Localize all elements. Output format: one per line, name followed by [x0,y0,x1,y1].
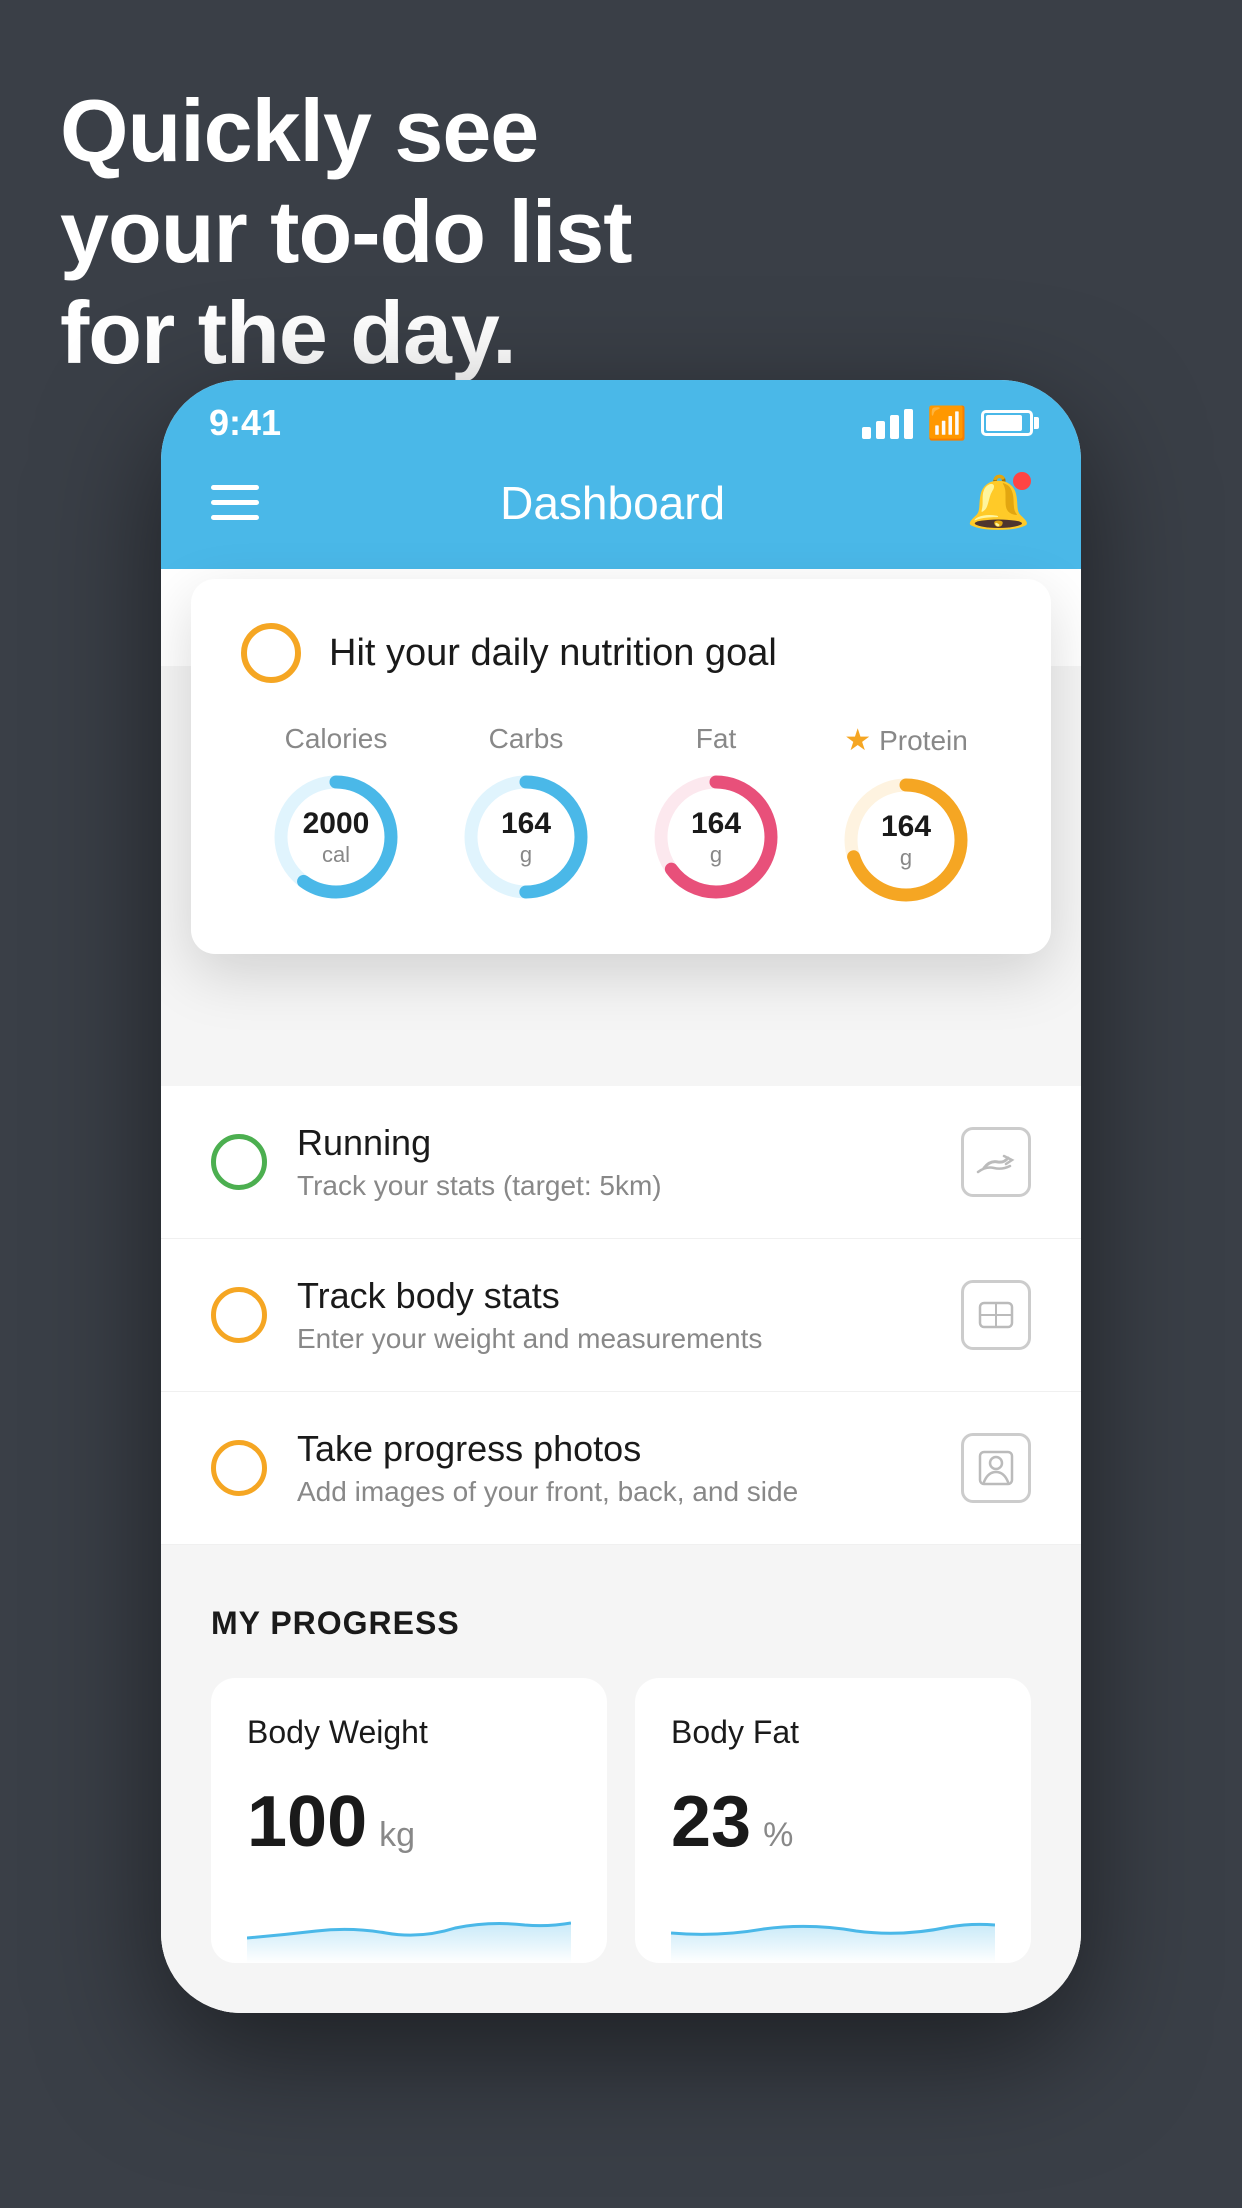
running-text: Running Track your stats (target: 5km) [297,1122,931,1202]
protein-donut: 164 g [836,770,976,910]
body-fat-title: Body Fat [671,1714,995,1751]
todo-item-running[interactable]: Running Track your stats (target: 5km) [161,1086,1081,1239]
task-checkbox[interactable] [241,623,301,683]
nutrition-row: Calories 2000 cal Carbs [241,723,1001,910]
nutrition-carbs: Carbs 164 g [456,723,596,907]
running-title: Running [297,1122,931,1164]
card-title: Hit your daily nutrition goal [329,632,777,675]
protein-value: 164 [881,809,931,845]
photos-text: Take progress photos Add images of your … [297,1428,931,1508]
calories-label: Calories [285,723,388,755]
running-subtitle: Track your stats (target: 5km) [297,1170,931,1202]
body-stats-checkbox[interactable] [211,1287,267,1343]
carbs-label: Carbs [489,723,564,755]
photos-subtitle: Add images of your front, back, and side [297,1476,931,1508]
body-weight-value: 100 [247,1781,367,1863]
body-fat-unit: % [763,1816,793,1855]
body-fat-value: 23 [671,1781,751,1863]
todo-item-progress-photos[interactable]: Take progress photos Add images of your … [161,1392,1081,1545]
app-content: THINGS TO DO TODAY Hit your daily nutrit… [161,569,1081,2013]
calories-value: 2000 [303,806,370,842]
calories-donut: 2000 cal [266,767,406,907]
hero-text: Quickly see your to-do list for the day. [60,80,632,384]
progress-section-title: MY PROGRESS [211,1605,1031,1642]
body-weight-chart [247,1893,571,1963]
progress-cards: Body Weight 100 kg [211,1678,1031,1963]
body-stats-title: Track body stats [297,1275,931,1317]
photos-checkbox[interactable] [211,1440,267,1496]
body-fat-value-row: 23 % [671,1781,995,1863]
header-title: Dashboard [500,476,725,530]
person-icon [961,1433,1031,1503]
star-icon: ★ [844,723,871,758]
fat-value: 164 [691,806,741,842]
body-stats-subtitle: Enter your weight and measurements [297,1323,931,1355]
carbs-value: 164 [501,806,551,842]
running-checkbox[interactable] [211,1134,267,1190]
photos-title: Take progress photos [297,1428,931,1470]
nutrition-calories: Calories 2000 cal [266,723,406,907]
notification-button[interactable]: 🔔 [966,472,1031,533]
protein-label-row: ★ Protein [844,723,968,758]
status-icons: 📶 [862,404,1033,442]
signal-icon [862,407,913,439]
body-weight-unit: kg [379,1816,415,1855]
phone-mockup: 9:41 📶 Dashboard 🔔 [161,380,1081,2013]
card-header: Hit your daily nutrition goal [241,623,1001,683]
battery-icon [981,410,1033,436]
body-fat-chart [671,1893,995,1963]
body-weight-title: Body Weight [247,1714,571,1751]
fat-label: Fat [696,723,736,755]
carbs-donut: 164 g [456,767,596,907]
scale-icon [961,1280,1031,1350]
todo-item-body-stats[interactable]: Track body stats Enter your weight and m… [161,1239,1081,1392]
running-icon [961,1127,1031,1197]
body-weight-value-row: 100 kg [247,1781,571,1863]
body-stats-text: Track body stats Enter your weight and m… [297,1275,931,1355]
nutrition-fat: Fat 164 g [646,723,786,907]
nutrition-card: Hit your daily nutrition goal Calories 2… [191,579,1051,954]
menu-button[interactable] [211,485,259,520]
body-fat-card: Body Fat 23 % [635,1678,1031,1963]
time-display: 9:41 [209,402,281,444]
notification-dot [1013,472,1031,490]
todo-list: Running Track your stats (target: 5km) T… [161,1086,1081,1545]
protein-label: Protein [879,725,968,757]
wifi-icon: 📶 [927,404,967,442]
nutrition-protein: ★ Protein 164 g [836,723,976,910]
body-weight-card: Body Weight 100 kg [211,1678,607,1963]
status-bar: 9:41 📶 [161,380,1081,452]
fat-donut: 164 g [646,767,786,907]
progress-section: MY PROGRESS Body Weight 100 kg [161,1545,1081,2013]
app-header: Dashboard 🔔 [161,452,1081,569]
